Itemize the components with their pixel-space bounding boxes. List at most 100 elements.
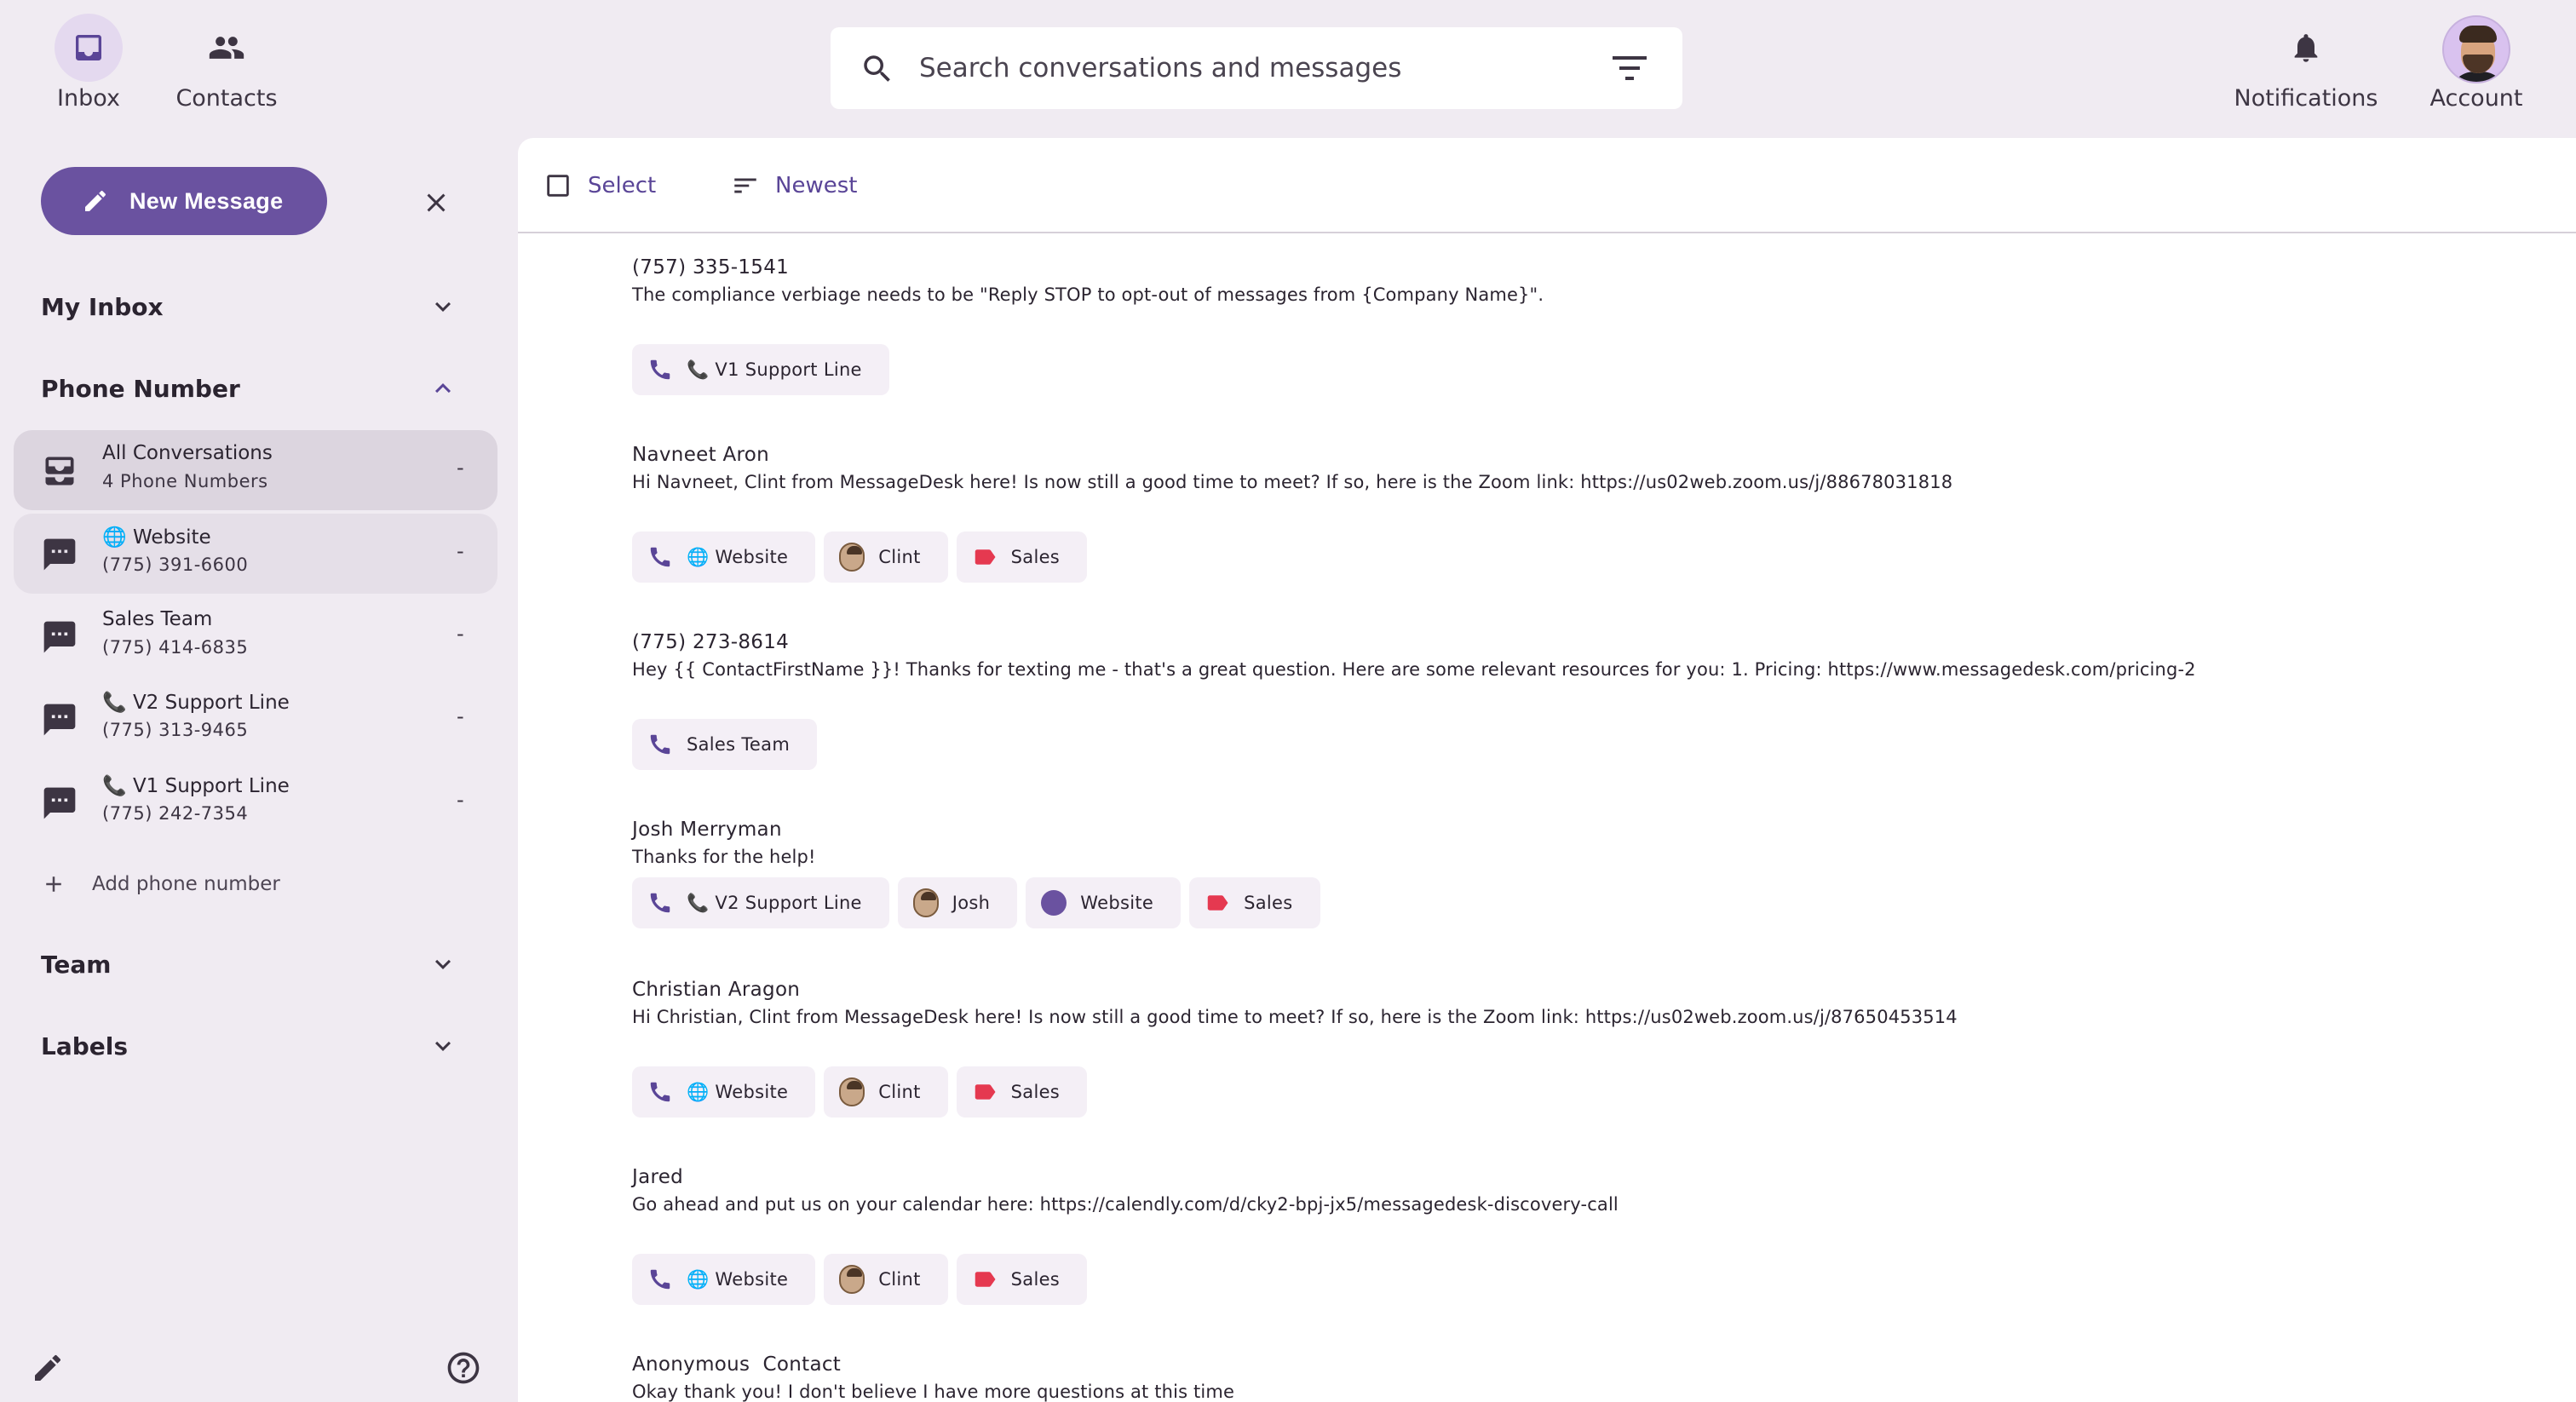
search-icon <box>860 51 895 87</box>
conversation-row[interactable]: Christian Aragon Hi Christian, Clint fro… <box>632 976 2506 1146</box>
chat-bubble-icon <box>41 536 78 573</box>
tag-chip-label: 🌐 Website <box>687 546 789 567</box>
assignee-avatar <box>839 1265 865 1294</box>
tag-chip-phone-line[interactable]: 🌐 Website <box>632 1066 816 1118</box>
tag-chip-label-sales[interactable]: Sales <box>956 531 1088 583</box>
phone-item-sales-team[interactable]: Sales Team (775) 414-6835 - <box>14 596 497 676</box>
phone-item-count: - <box>457 539 464 563</box>
tag-chip-assignee[interactable]: Clint <box>824 1066 948 1118</box>
conversation-name: Anonymous Contact <box>632 1353 842 1376</box>
tag-chip-label: Website <box>1080 893 1154 913</box>
nav-contacts-label: Contacts <box>175 85 278 112</box>
phone-number-title: Phone Number <box>41 374 240 403</box>
tag-chip-assignee[interactable]: Josh <box>897 877 1018 928</box>
conversation-row[interactable]: Josh Merryman Thanks for the help! 📞 V2 … <box>632 816 2506 952</box>
conversation-tags: 🌐 Website Clint Sales <box>632 1254 1095 1305</box>
conversation-message: Go ahead and put us on your calendar her… <box>632 1194 1619 1215</box>
tag-chip-phone-line[interactable]: 📞 V2 Support Line <box>632 877 889 928</box>
chevron-down-icon <box>428 1031 458 1061</box>
nav-account[interactable]: Account <box>2412 15 2540 118</box>
tag-chip-label: Sales <box>1010 547 1061 567</box>
label-tag-icon <box>972 1079 998 1105</box>
phone-icon <box>647 890 673 916</box>
nav-notifications[interactable]: Notifications <box>2234 14 2378 116</box>
conversation-message: Okay thank you! I don't believe I have m… <box>632 1382 1235 1402</box>
section-team[interactable]: Team <box>41 939 458 990</box>
phone-item-title: Sales Team <box>102 608 213 630</box>
edit-icon[interactable] <box>31 1351 65 1385</box>
phone-item-subtitle: (775) 414-6835 <box>102 637 249 658</box>
search-input[interactable] <box>919 46 1567 90</box>
conversation-tags: 🌐 Website Clint Sales <box>632 531 1095 583</box>
tag-chip-phone-line[interactable]: 🌐 Website <box>632 1254 816 1305</box>
add-phone-number-button[interactable]: Add phone number <box>41 867 280 901</box>
phone-item-website[interactable]: 🌐 Website (775) 391-6600 - <box>14 514 497 594</box>
nav-notifications-label: Notifications <box>2234 85 2378 112</box>
phone-item-title: All Conversations <box>102 442 273 464</box>
account-avatar <box>2442 15 2510 83</box>
nav-contacts[interactable]: Contacts <box>163 14 290 116</box>
plus-icon <box>41 871 66 897</box>
conversation-name: Christian Aragon <box>632 979 801 1001</box>
sort-button[interactable]: Newest <box>731 169 857 203</box>
tag-chip-phone-line[interactable]: 🌐 Website <box>632 531 816 583</box>
nav-account-label: Account <box>2429 85 2523 112</box>
assignee-avatar <box>839 543 865 572</box>
phone-item-count: - <box>457 622 464 646</box>
help-icon[interactable] <box>445 1349 482 1387</box>
chevron-down-icon <box>428 949 458 980</box>
purple-dot-icon <box>1041 890 1067 916</box>
tag-chip-assignee[interactable]: Clint <box>824 1254 948 1305</box>
phone-item-title: 📞 V2 Support Line <box>102 692 290 714</box>
tag-chip-label-sales[interactable]: Sales <box>956 1066 1088 1118</box>
close-icon[interactable] <box>421 187 451 218</box>
tag-chip-label: 📞 V2 Support Line <box>687 892 862 913</box>
tag-chip-label-sales[interactable]: Sales <box>1189 877 1320 928</box>
tag-chip-label: 🌐 Website <box>687 1081 789 1102</box>
phone-icon <box>647 1079 673 1105</box>
phone-icon <box>647 357 673 382</box>
phone-icon <box>647 732 673 757</box>
assignee-avatar <box>839 1077 865 1106</box>
new-message-label: New Message <box>129 187 284 214</box>
select-label: Select <box>588 173 657 198</box>
new-message-button[interactable]: New Message <box>41 167 327 235</box>
conversation-tags: 📞 V1 Support Line <box>632 344 898 395</box>
phone-item-subtitle: (775) 242-7354 <box>102 803 249 824</box>
tag-chip-assignee[interactable]: Clint <box>824 531 948 583</box>
tag-chip-phone-line[interactable]: Sales Team <box>632 719 818 770</box>
tag-chip-label: Clint <box>878 1082 921 1102</box>
phone-item-title: 🌐 Website <box>102 526 211 549</box>
conversation-row[interactable]: (775) 273-8614 Hey {{ ContactFirstName }… <box>632 629 2506 799</box>
conversation-row[interactable]: (757) 335-1541 The compliance verbiage n… <box>632 254 2506 424</box>
conversation-tags: 🌐 Website Clint Sales <box>632 1066 1095 1118</box>
conversation-name: Navneet Aron <box>632 444 770 466</box>
phone-item-subtitle: (775) 313-9465 <box>102 720 249 740</box>
tag-chip-label: Sales Team <box>687 734 791 755</box>
phone-item-v2-support[interactable]: 📞 V2 Support Line (775) 313-9465 - <box>14 679 497 759</box>
search-bar <box>831 27 1682 109</box>
nav-inbox[interactable]: Inbox <box>25 14 152 116</box>
section-my-inbox[interactable]: My Inbox <box>41 281 458 332</box>
tag-chip-website[interactable]: Website <box>1026 877 1182 928</box>
chat-bubble-icon <box>41 701 78 738</box>
conversation-row[interactable]: Navneet Aron Hi Navneet, Clint from Mess… <box>632 441 2506 612</box>
conversation-message: The compliance verbiage needs to be "Rep… <box>632 284 1544 305</box>
tag-chip-label-sales[interactable]: Sales <box>956 1254 1088 1305</box>
tag-chip-phone-line[interactable]: 📞 V1 Support Line <box>632 344 889 395</box>
tag-chip-label: 🌐 Website <box>687 1268 789 1290</box>
assignee-avatar <box>912 888 939 917</box>
phone-icon <box>647 1267 673 1292</box>
conversation-message: Thanks for the help! <box>632 847 816 867</box>
phone-item-v1-support[interactable]: 📞 V1 Support Line (775) 242-7354 - <box>14 762 497 842</box>
section-phone-number[interactable]: Phone Number <box>41 363 458 414</box>
section-labels[interactable]: Labels <box>41 1020 458 1072</box>
chevron-down-icon <box>428 291 458 322</box>
select-button[interactable]: Select <box>543 169 656 203</box>
conversation-message: Hi Navneet, Clint from MessageDesk here!… <box>632 472 1953 492</box>
conversation-row[interactable]: Jared Go ahead and put us on your calend… <box>632 1164 2506 1334</box>
conversation-row[interactable]: Anonymous Contact Okay thank you! I don'… <box>632 1351 2506 1402</box>
filter-icon[interactable] <box>1613 55 1647 82</box>
conversation-message: Hey {{ ContactFirstName }}! Thanks for t… <box>632 659 2196 680</box>
phone-item-all-conversations[interactable]: All Conversations 4 Phone Numbers - <box>14 430 497 510</box>
